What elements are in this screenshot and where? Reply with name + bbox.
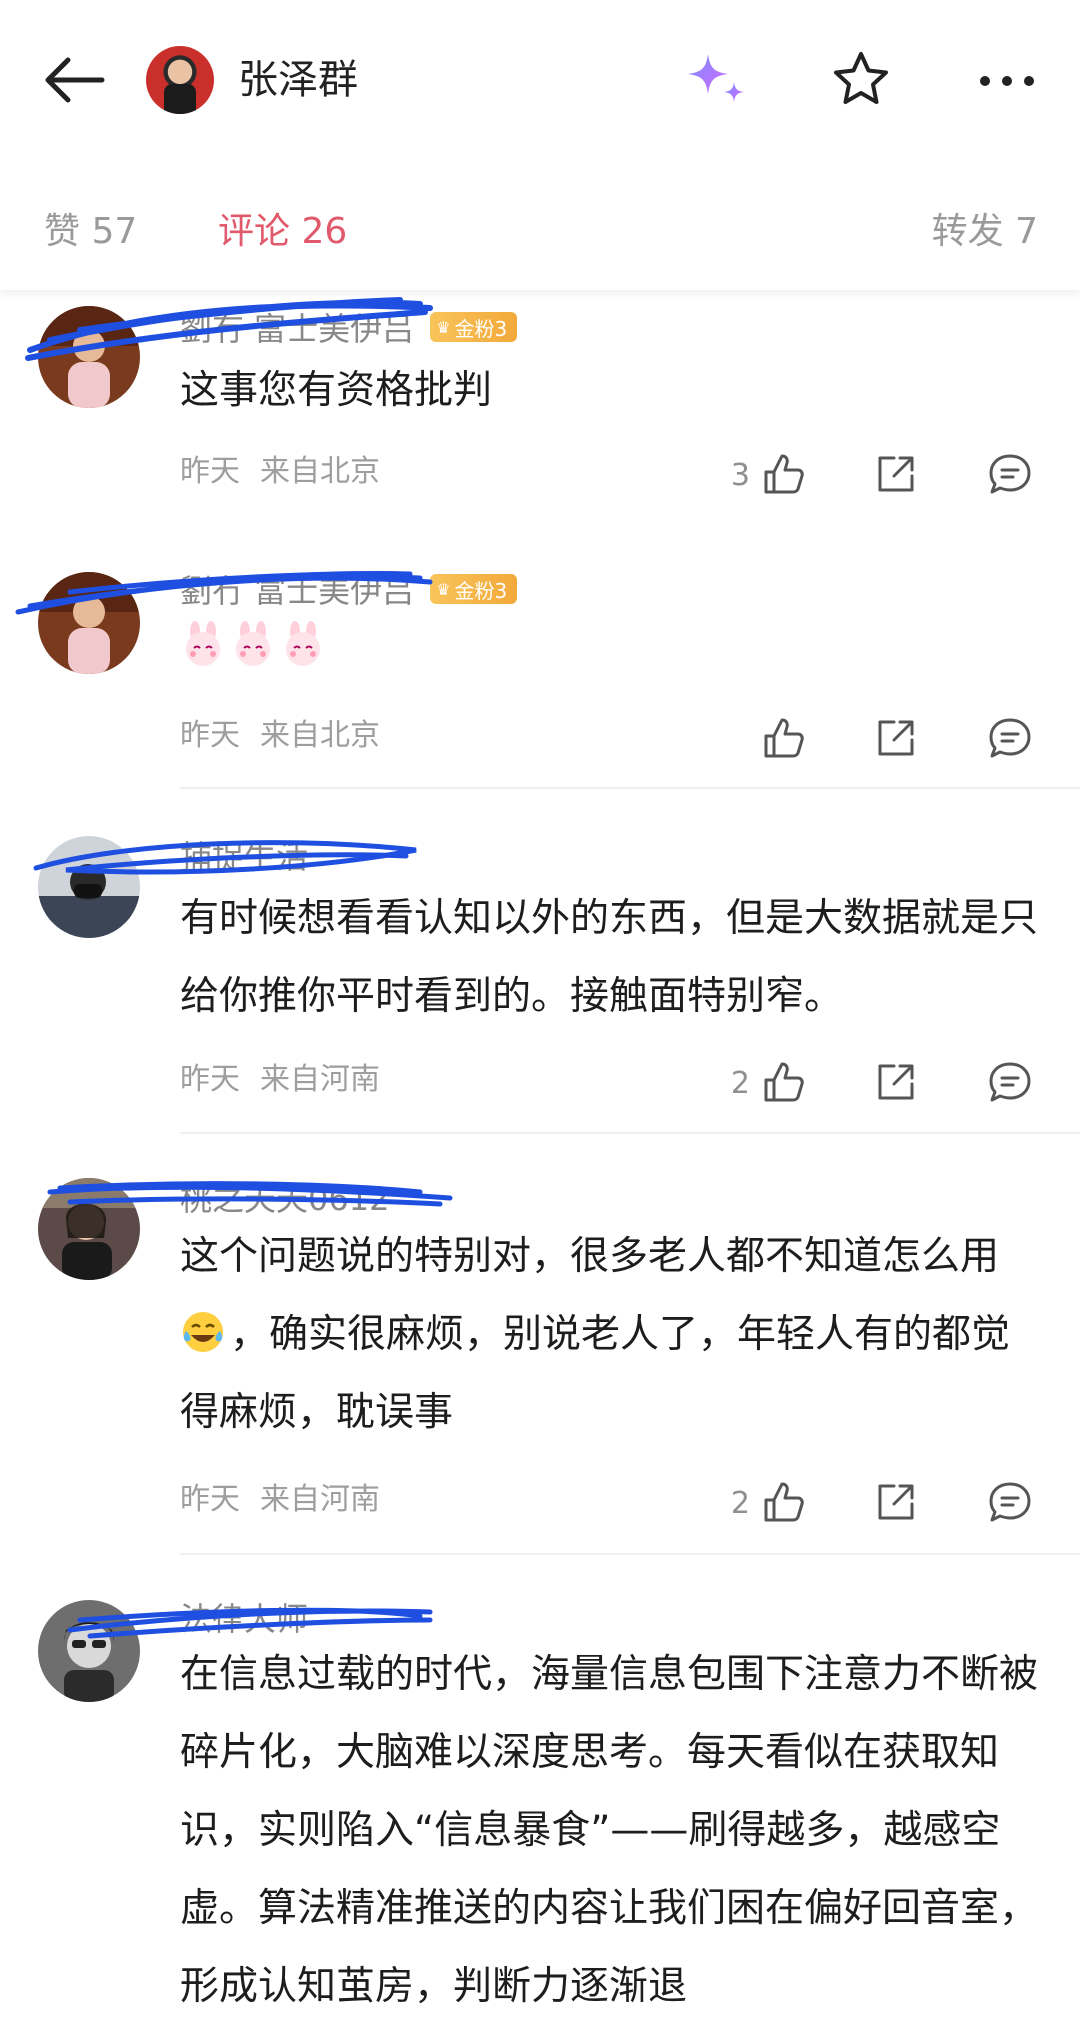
comment-author-row: 法律大师	[180, 1594, 308, 1640]
comment-icon[interactable]	[986, 1478, 1034, 1526]
avatar[interactable]	[38, 836, 140, 938]
like-count: 2	[730, 1066, 750, 1101]
comment-text: 这个问题说的特别对，很多老人都不知道怎么用 ，确实很麻烦，别说老人了，年轻人有的都…	[180, 1218, 1040, 1452]
thumbs-up-icon[interactable]	[760, 450, 808, 498]
crown-icon: ♛	[436, 317, 451, 337]
share-icon[interactable]	[872, 714, 920, 762]
laugh-cry-emoji-icon	[183, 1312, 223, 1352]
comment-author[interactable]: 劉冇 富士美伊吕	[180, 304, 414, 350]
ai-sparkle-icon[interactable]	[680, 50, 750, 110]
comment-author[interactable]: 法律大师	[180, 1594, 308, 1640]
avatar[interactable]	[38, 1178, 140, 1280]
comment-actions: 3	[0, 442, 1080, 502]
comment-author[interactable]: 劉冇 富士美伊吕	[180, 566, 414, 612]
badge-label: 金粉3	[454, 316, 508, 341]
comment-item: 桃之夭夭0612 这个问题说的特别对，很多老人都不知道怎么用 ，确实很麻烦，别说老…	[0, 1166, 1080, 1536]
avatar[interactable]	[38, 572, 140, 674]
comment-item: 劉冇 富士美伊吕 ♛ 金粉3 这事您有资格批判 昨天 来自北京 3	[0, 290, 1080, 525]
rabbit-emoji-icon	[186, 621, 220, 666]
like-count: 3	[730, 458, 750, 493]
crown-icon: ♛	[436, 579, 451, 599]
fan-badge: ♛ 金粉3	[430, 312, 518, 342]
comment-actions: 2	[0, 1470, 1080, 1530]
share-icon[interactable]	[872, 1058, 920, 1106]
star-icon[interactable]	[828, 48, 894, 110]
avatar[interactable]	[38, 1600, 140, 1702]
divider	[180, 1553, 1080, 1555]
comment-text-part: 这个问题说的特别对，很多老人都不知道怎么用	[180, 1234, 1000, 1279]
thumbs-up-icon[interactable]	[760, 714, 808, 762]
comment-actions	[0, 706, 1080, 766]
comment-text: 在信息过载的时代，海量信息包围下注意力不断被碎片化，大脑难以深度思考。每天看似在…	[180, 1652, 1039, 2009]
comment-text: 这事您有资格批判	[180, 368, 493, 413]
comment-text: 有时候想看看认知以外的东西，但是大数据就是只给你推你平时看到的。接触面特别窄。	[180, 896, 1039, 1019]
thumbs-up-icon[interactable]	[760, 1478, 808, 1526]
comment-author-row: 桃之夭夭0612	[180, 1174, 389, 1220]
like-count: 2	[730, 1486, 750, 1521]
comment-icon[interactable]	[986, 450, 1034, 498]
avatar[interactable]	[146, 46, 214, 114]
tab-likes[interactable]: 赞 57	[44, 206, 137, 258]
page-title[interactable]: 张泽群	[238, 52, 358, 108]
tab-comments[interactable]: 评论 26	[218, 206, 347, 258]
divider	[180, 1132, 1080, 1134]
share-icon[interactable]	[872, 1478, 920, 1526]
comment-icon[interactable]	[986, 1058, 1034, 1106]
tab-reposts[interactable]: 转发 7	[932, 206, 1038, 258]
more-dots-icon[interactable]	[975, 56, 1039, 106]
comment-actions: 2	[0, 1050, 1080, 1110]
comment-author-row: 劉冇 富士美伊吕 ♛ 金粉3	[180, 566, 518, 612]
thumbs-up-icon[interactable]	[760, 1058, 808, 1106]
comment-text	[180, 608, 1040, 678]
avatar[interactable]	[38, 306, 140, 408]
comment-item: 劉冇 富士美伊吕 ♛ 金粉3 昨天 来自北京	[0, 556, 1080, 786]
comment-icon[interactable]	[986, 714, 1034, 762]
fan-badge: ♛ 金粉3	[430, 574, 518, 604]
back-arrow-icon[interactable]	[38, 50, 108, 110]
tab-bar: 赞 57 评论 26 转发 7	[0, 180, 1080, 290]
comment-author[interactable]: 捕捉生活	[180, 832, 308, 878]
badge-label: 金粉3	[454, 578, 508, 603]
rabbit-emoji-icon	[286, 621, 320, 666]
comment-author-row: 劉冇 富士美伊吕 ♛ 金粉3	[180, 304, 518, 350]
divider	[180, 787, 1080, 789]
rabbit-emoji-icon	[236, 621, 270, 666]
top-bar: 张泽群	[0, 0, 1080, 160]
comment-text-part: ，确实很麻烦，别说老人了，年轻人有的都觉得麻烦，耽误事	[180, 1312, 1011, 1435]
comment-item: 法律大师 在信息过载的时代，海量信息包围下注意力不断被碎片化，大脑难以深度思考。…	[0, 1590, 1080, 2039]
comment-item: 捕捉生活 有时候想看看认知以外的东西，但是大数据就是只给你推你平时看到的。接触面…	[0, 820, 1080, 1120]
comment-author[interactable]: 桃之夭夭0612	[180, 1174, 389, 1220]
comment-author-row: 捕捉生活	[180, 832, 308, 878]
share-icon[interactable]	[872, 450, 920, 498]
